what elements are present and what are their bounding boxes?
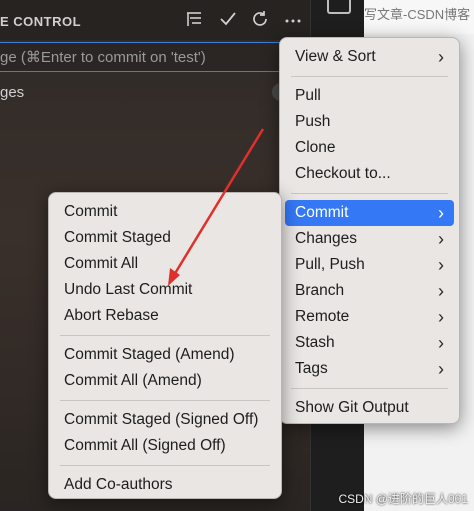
menu-item-label: Commit All (Amend) — [64, 372, 202, 389]
main_menu-item-remote[interactable]: Remote › — [285, 304, 454, 330]
chevron-right-icon: › — [438, 47, 444, 67]
main_menu-item-view-sort[interactable]: View & Sort › — [285, 44, 454, 70]
main_menu-item-stash[interactable]: Stash › — [285, 330, 454, 356]
chevron-right-icon: › — [438, 255, 444, 275]
chevron-right-icon: › — [438, 359, 444, 379]
commit_menu-item-commit[interactable]: Commit — [54, 199, 276, 225]
menu-item-label: Stash — [295, 334, 335, 351]
more-icon[interactable] — [284, 10, 302, 32]
commit-message-input[interactable]: ge (⌘Enter to commit on 'test') — [0, 42, 300, 72]
menu-item-label: Branch — [295, 282, 345, 299]
menu-item-label: Remote — [295, 308, 350, 325]
menu-item-label: Changes — [295, 230, 358, 247]
browser-tab-title: 写文章-CSDN博客 — [364, 0, 474, 34]
menu-separator — [60, 465, 270, 466]
commit_menu-item-commit-staged[interactable]: Commit Staged — [54, 225, 276, 251]
main_menu-item-pull-push[interactable]: Pull, Push › — [285, 252, 454, 278]
copy-icon[interactable] — [327, 0, 351, 14]
menu-item-label: Push — [295, 113, 331, 130]
source-control-title: E CONTROL — [0, 14, 82, 29]
main_menu-item-commit[interactable]: Commit › — [285, 200, 454, 226]
main_menu-item-push[interactable]: Push — [285, 109, 454, 135]
menu-item-label: Add Co-authors — [64, 476, 173, 493]
menu-item-label: Clone — [295, 139, 336, 156]
main_menu-item-changes[interactable]: Changes › — [285, 226, 454, 252]
commit_menu-item-commit-all-amend[interactable]: Commit All (Amend) — [54, 368, 276, 394]
menu-item-label: Checkout to... — [295, 165, 391, 182]
menu-item-label: Pull, Push — [295, 256, 365, 273]
commit_menu-item-add-co-authors[interactable]: Add Co-authors — [54, 472, 276, 498]
menu-item-label: View & Sort — [295, 48, 376, 65]
chevron-right-icon: › — [438, 203, 444, 223]
check-icon[interactable] — [219, 10, 237, 32]
main_menu-item-pull[interactable]: Pull — [285, 83, 454, 109]
commit_menu-item-commit-all-signed-off[interactable]: Commit All (Signed Off) — [54, 433, 276, 459]
watermark: CSDN @进阶的巨人001 — [338, 492, 468, 506]
menu-separator — [291, 76, 448, 77]
chevron-right-icon: › — [438, 229, 444, 249]
menu-item-label: Commit Staged (Amend) — [64, 346, 235, 363]
list-tree-icon[interactable] — [186, 10, 202, 32]
commit-submenu: Commit Commit Staged Commit All Undo Last C… — [48, 192, 282, 499]
main_menu-item-show-git-output[interactable]: Show Git Output — [285, 395, 454, 421]
chevron-right-icon: › — [438, 333, 444, 353]
main_menu-item-tags[interactable]: Tags › — [285, 356, 454, 382]
menu-separator — [291, 388, 448, 389]
menu-separator — [60, 400, 270, 401]
menu-item-label: Commit — [295, 204, 349, 221]
menu-item-label: Commit All — [64, 255, 139, 272]
commit_menu-item-commit-staged-amend[interactable]: Commit Staged (Amend) — [54, 342, 276, 368]
menu-item-label: Commit All (Signed Off) — [64, 437, 226, 454]
chevron-right-icon: › — [438, 281, 444, 301]
menu-item-label: Commit Staged (Signed Off) — [64, 411, 259, 428]
changes-section-label[interactable]: ges — [0, 84, 24, 101]
menu-item-label: Commit Staged — [64, 229, 171, 246]
chevron-right-icon: › — [438, 307, 444, 327]
main_menu-item-branch[interactable]: Branch › — [285, 278, 454, 304]
more-actions-menu: View & Sort › Pull Push Clone Checkout to... C… — [279, 37, 460, 424]
menu-item-label: Show Git Output — [295, 399, 409, 416]
refresh-icon[interactable] — [251, 10, 269, 32]
menu-item-label: Abort Rebase — [64, 307, 159, 324]
commit_menu-item-commit-staged-signed-off[interactable]: Commit Staged (Signed Off) — [54, 407, 276, 433]
menu-item-label: Commit — [64, 203, 118, 220]
commit_menu-item-commit-all[interactable]: Commit All — [54, 251, 276, 277]
source-control-header: E CONTROL — [0, 0, 310, 40]
main_menu-item-checkout-to[interactable]: Checkout to... — [285, 161, 454, 187]
menu-item-label: Tags — [295, 360, 328, 377]
menu-separator — [60, 335, 270, 336]
commit_menu-item-abort-rebase[interactable]: Abort Rebase — [54, 303, 276, 329]
commit_menu-item-undo-last-commit[interactable]: Undo Last Commit — [54, 277, 276, 303]
main_menu-item-clone[interactable]: Clone — [285, 135, 454, 161]
menu-separator — [291, 193, 448, 194]
menu-item-label: Undo Last Commit — [64, 281, 193, 298]
menu-item-label: Pull — [295, 87, 321, 104]
